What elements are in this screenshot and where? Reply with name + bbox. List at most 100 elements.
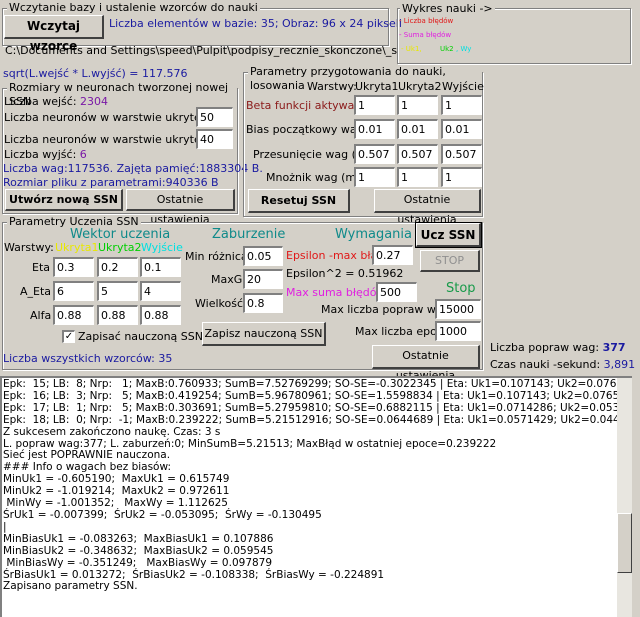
patterns-count: Liczba wszystkich wzorców: 35 [3, 352, 173, 365]
min-diff-input[interactable]: 0.05 [243, 246, 283, 266]
max-sum-label: Max suma błędów [286, 286, 386, 299]
sqrt-label: sqrt(L.wejść * L.wyjść) = 117.576 [3, 67, 188, 80]
inputs-label: Liczba wejść: 2304 [4, 95, 109, 108]
log-line: Epk: 18; LB: 0; Nrp: -1; MaxB:0.239222; … [3, 413, 632, 426]
prep-layers-label: Warstwy: [307, 80, 357, 93]
log-scrollbar-thumb[interactable] [617, 513, 632, 573]
learn-last-settings-button[interactable]: Ostatnie ustawienia [372, 345, 480, 382]
beta-output-input[interactable]: 1 [441, 95, 482, 115]
stop-button[interactable]: STOP [420, 250, 480, 272]
max-corrections-input[interactable]: 15000 [435, 299, 481, 319]
multiplier-hidden2-input[interactable]: 1 [397, 167, 438, 187]
outputs-label: Liczba wyjść: 6 [4, 148, 87, 161]
file-size-info: Rozmiar pliku z parametrami:940336 B [3, 176, 219, 189]
shift-output-input[interactable]: 0.507 [441, 144, 482, 164]
shift-hidden2-input[interactable]: 0.507 [397, 144, 438, 164]
bias-hidden2-input[interactable]: 0.01 [397, 119, 438, 139]
hidden2-input[interactable]: 40 [196, 129, 233, 149]
save-network-button[interactable]: Zapisz nauczoną SSN [202, 322, 326, 346]
hidden1-input[interactable]: 50 [196, 107, 233, 127]
epsilon2-label: Epsilon^2 = 0.51962 [286, 267, 404, 280]
reset-network-button[interactable]: Resetuj SSN [248, 189, 350, 213]
log-line: Z sukcesem zakończono naukę. Czas: 3 s [3, 425, 221, 438]
beta-hidden2-input[interactable]: 1 [397, 95, 438, 115]
bias-output-input[interactable]: 0.01 [441, 119, 482, 139]
prep-last-settings-button[interactable]: Ostatnie ustawienia [374, 189, 481, 226]
log-line: MinBiasUk1 = -0.083263; MaxBiasUk1 = 0.1… [3, 532, 274, 545]
learn-col-output: Wyjście [141, 241, 183, 254]
alfa-output-input[interactable]: 0.88 [140, 305, 181, 325]
max-sum-input[interactable]: 500 [376, 282, 417, 302]
multiplier-hidden1-input[interactable]: 1 [354, 167, 395, 187]
load-patterns-button[interactable]: Wczytaj wzorce [4, 15, 104, 53]
epsilon-input[interactable]: 0.27 [372, 245, 413, 265]
beta-hidden1-input[interactable]: 1 [354, 95, 395, 115]
shift-label: Przesunięcie wag (r) [253, 148, 365, 161]
load-group-legend: Wczytanie bazy i ustalenie wzorców do na… [7, 1, 260, 15]
weights-info: Liczba wag:117536. Zajęta pamięć:1883304… [3, 162, 263, 175]
load-info-text: Liczba elementów w bazie: 35; Obraz: 96 … [109, 17, 402, 30]
chart-legend-uk2: Uk2 [440, 45, 454, 53]
time-value: 3,891 [603, 358, 636, 371]
a-eta-output-input[interactable]: 4 [140, 281, 181, 301]
log-line: Zapisano parametry SSN. [3, 580, 138, 593]
noise-title: Zaburzenie [212, 227, 286, 242]
a-eta-hidden2-input[interactable]: 5 [97, 281, 138, 301]
sizes-last-settings-button[interactable]: Ostatnie ustawienia [126, 189, 235, 226]
log-line: MinBiasUk2 = -0.348632; MaxBiasUk2 = 0.0… [3, 544, 274, 557]
log-line: MinBiasWy = -0.351249; MaxBiasWy = 0.097… [3, 556, 273, 569]
log-output[interactable]: Epk: 15; LB: 8; Nrp: 1; MaxB:0.760933; S… [0, 376, 632, 617]
chart-legend-errors: - Liczba błędów [399, 17, 454, 25]
epsilon-label: Epsilon -max błąd [286, 249, 385, 262]
prep-col-output: Wyjście [442, 80, 484, 93]
time-stat: Czas nauki -sekund: 3,891 [490, 358, 636, 371]
log-scrollbar[interactable] [617, 378, 632, 617]
chart-legend-title: Wykres nauki -> [400, 2, 495, 15]
size-input[interactable]: 0.8 [243, 293, 283, 313]
save-network-checkbox-label: Zapisać nauczoną SSN [78, 330, 203, 343]
maxg-input[interactable]: 20 [243, 269, 283, 289]
stop-title: Stop [446, 281, 476, 296]
chart-legend-sum: - Suma błędów [399, 31, 452, 39]
a-eta-label: A_Eta [20, 285, 52, 298]
bias-label: Bias początkowy wag [246, 123, 364, 136]
save-network-checkbox[interactable]: ✓ [62, 330, 75, 343]
alfa-hidden2-input[interactable]: 0.88 [97, 305, 138, 325]
eta-hidden2-input[interactable]: 0.2 [97, 257, 138, 277]
maxg-label: MaxG [211, 273, 243, 286]
multiplier-label: Mnożnik wag (m) [266, 171, 361, 184]
log-line: ŚrUk1 = -0.007399; ŚrUk2 = -0.053095; Śr… [3, 508, 322, 521]
eta-label: Eta [32, 261, 51, 274]
prep-col-hidden1: Ukryta1 [355, 80, 399, 93]
eta-output-input[interactable]: 0.1 [140, 257, 181, 277]
file-path-text: C:\Documents and Settings\speed\Pulpit\p… [5, 44, 397, 57]
outputs-value: 6 [79, 148, 87, 161]
size-label: Wielkość [195, 297, 244, 310]
corrections-value: 377 [602, 341, 626, 354]
inputs-value: 2304 [80, 95, 109, 108]
beta-label: Beta funkcji aktywacji [246, 99, 367, 112]
eta-hidden1-input[interactable]: 0.3 [53, 257, 94, 277]
alfa-hidden1-input[interactable]: 0.88 [53, 305, 94, 325]
learn-layers-label: Warstwy: [4, 241, 54, 254]
train-button[interactable]: Ucz SSN [415, 222, 482, 248]
learn-col-hidden1: Ukryta1 [55, 241, 99, 254]
a-eta-hidden1-input[interactable]: 6 [53, 281, 94, 301]
multiplier-output-input[interactable]: 1 [441, 167, 482, 187]
bias-hidden1-input[interactable]: 0.01 [354, 119, 395, 139]
alfa-label: Alfa [30, 309, 52, 322]
requirements-title: Wymagania [335, 227, 412, 242]
max-corrections-label: Max liczba popraw wag [321, 303, 450, 316]
vector-title: Wektor uczenia [70, 227, 171, 242]
chart-legend-uk1: - Uk1, [401, 45, 422, 53]
corrections-stat: Liczba popraw wag: 377 [490, 341, 626, 354]
shift-hidden1-input[interactable]: 0.507 [354, 144, 395, 164]
create-network-button[interactable]: Utwórz nową SSN [5, 189, 123, 211]
max-epochs-input[interactable]: 1000 [435, 321, 481, 341]
log-line: Epk: 17; LB: 1; Nrp: 5; MaxB:0.303691; S… [3, 401, 632, 414]
chart-legend-wy: , Wy [456, 45, 472, 53]
log-line: | [3, 520, 7, 533]
prep-col-hidden2: Ukryta2 [398, 80, 442, 93]
max-epochs-label: Max liczba epok [355, 325, 444, 338]
min-diff-label: Min różnica [185, 250, 248, 263]
